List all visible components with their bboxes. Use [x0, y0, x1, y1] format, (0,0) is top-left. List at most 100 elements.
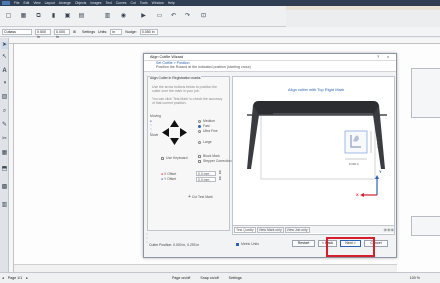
stepper-correction[interactable]: Stepper Correction: [198, 159, 231, 163]
menu-images[interactable]: Images: [90, 1, 101, 5]
save-icon[interactable]: ▮: [50, 13, 57, 20]
close-icon[interactable]: ×: [387, 54, 389, 61]
menu-cut[interactable]: Cut: [130, 1, 135, 5]
settings-button[interactable]: Settings: [82, 30, 95, 34]
arrow-right-icon[interactable]: [180, 128, 187, 137]
page-next-icon[interactable]: ▸: [26, 276, 28, 280]
nudge-field[interactable]: 0.050 in: [139, 28, 158, 35]
help-icon[interactable]: ?: [377, 54, 379, 61]
bitmap-tool-icon[interactable]: ▥: [1, 202, 8, 209]
eye-icon[interactable]: ◉: [120, 13, 127, 20]
arrow-left-icon[interactable]: [162, 128, 169, 137]
open-icon[interactable]: ▣: [64, 13, 71, 20]
tab-view-job-only[interactable]: View Job only: [284, 226, 310, 233]
lock-ratio-icon[interactable]: ⊞: [73, 30, 79, 34]
plus-icon: +: [188, 194, 191, 200]
speed-ultrafine[interactable]: Ultra Fine: [198, 129, 218, 133]
speed-medium[interactable]: Medium: [198, 119, 215, 123]
tab-view-mark-only[interactable]: View Mark only: [256, 226, 284, 233]
pen-tool-icon[interactable]: ✎: [1, 122, 8, 129]
menu-objects[interactable]: Objects: [75, 1, 87, 5]
weed-tool-icon[interactable]: ▦: [1, 150, 8, 157]
grid-icon[interactable]: ▦: [20, 13, 27, 20]
tab-test-quality[interactable]: Test Quality: [234, 226, 256, 233]
fill-bucket-icon[interactable]: ⬒: [1, 166, 8, 173]
block-mark-checkbox[interactable]: [198, 154, 201, 158]
print-icon[interactable]: ▤: [78, 13, 85, 20]
preview-nav-icons[interactable]: ◉◉◉: [384, 227, 394, 232]
units-label: Units:: [98, 29, 108, 34]
height-field[interactable]: 0.000 in: [54, 28, 70, 39]
y-offset-field[interactable]: 0.0 mm: [196, 177, 216, 182]
send-to-cutter-icon[interactable]: ▶: [140, 13, 147, 20]
y-offset-spin-icon[interactable]: ⇕: [218, 176, 222, 182]
menu-edit[interactable]: Edit: [23, 1, 29, 5]
menu-text[interactable]: Text: [106, 1, 112, 5]
redo-icon[interactable]: ↷: [184, 13, 191, 20]
units-select[interactable]: in: [110, 28, 123, 35]
menu-layout[interactable]: Layout: [45, 1, 55, 5]
y-offset-label: ● Y Offset: [161, 177, 177, 181]
hint-snap: Snap on/off: [200, 276, 219, 280]
zoom-level[interactable]: 100 %: [410, 276, 420, 280]
node-tool-icon[interactable]: ↖: [1, 54, 8, 61]
knife-tool-icon[interactable]: ✂: [1, 136, 8, 143]
menu-window[interactable]: Window: [152, 1, 164, 5]
undo-icon[interactable]: ↶: [170, 13, 177, 20]
plotter-illustration: [247, 101, 387, 197]
contour-tool-icon[interactable]: ▩: [1, 184, 8, 191]
menu-help[interactable]: Help: [168, 1, 175, 5]
main-toolbar: ▢ ▦ ⧉ ▮ ▣ ▤ ▥ ◉ ▶ ▭ ↶ ↷ ⊡: [0, 6, 286, 27]
fill-tool-icon[interactable]: ▨: [1, 94, 8, 101]
copy-icon[interactable]: ⧉: [35, 13, 42, 20]
right-panel-bottom: [411, 216, 440, 236]
speed-ultrafine-radio[interactable]: [198, 129, 201, 133]
cut-test-mark[interactable]: + Cut Test Mark: [188, 194, 213, 200]
lock-icon[interactable]: ⊡: [200, 13, 207, 20]
zoom-tool-icon[interactable]: ⌕: [1, 108, 8, 115]
menu-tools[interactable]: Tools: [140, 1, 148, 5]
stepper-checkbox[interactable]: [198, 159, 201, 163]
preview-caption: Align cutter with Top Right Mark: [288, 87, 345, 92]
speed-fast[interactable]: Fast: [198, 124, 210, 128]
arrow-up-icon[interactable]: [170, 120, 179, 127]
speed-medium-radio[interactable]: [198, 119, 201, 123]
menu-view[interactable]: View: [33, 1, 40, 5]
menu-file[interactable]: File: [14, 1, 19, 5]
metric-checkbox[interactable]: [236, 242, 239, 246]
menu-curves[interactable]: Curves: [116, 1, 127, 5]
annotation-highlight-box: [326, 237, 375, 257]
property-bar: Cutlass 0.500 in 0.000 in ⊞ Settings Uni…: [0, 27, 440, 39]
text-tool-icon[interactable]: A: [1, 68, 8, 75]
menu-arrange[interactable]: Arrange: [59, 1, 71, 5]
font-select[interactable]: Cutlass: [2, 28, 32, 35]
pointer-tool-icon[interactable]: ➤: [1, 42, 8, 49]
page-prev-icon[interactable]: ◂: [2, 276, 4, 280]
speed-fast-radio[interactable]: [198, 124, 201, 128]
section-title: Align Cutter in Registration marks: [150, 76, 201, 80]
step-large-radio[interactable]: [198, 140, 201, 144]
x-offset-label: ● X Offset: [161, 172, 177, 176]
tool-palette: ➤ ↖ A ◑ ▨ ⌕ ✎ ✂ ▦ ⬒ ▩ ▥: [0, 38, 9, 274]
intro-text-2: You can click 'Test Mark' to check the a…: [152, 97, 223, 105]
direction-pad: [162, 120, 187, 145]
step-subtitle: Position the Roland at the indicated pos…: [156, 65, 251, 69]
shape-tool-icon[interactable]: ◑: [1, 80, 8, 87]
preview-tabs: Test Quality View Mark only View Job onl…: [233, 225, 394, 233]
x-offset-field[interactable]: 0.0 mm: [196, 171, 216, 176]
use-keyboard-checkbox[interactable]: [161, 156, 164, 160]
table-icon[interactable]: ▥: [104, 13, 111, 20]
new-file-icon[interactable]: ▢: [5, 13, 12, 20]
metric-units[interactable]: Metric Units: [236, 242, 259, 246]
plotter-body: [253, 101, 379, 115]
restart-button[interactable]: Restart: [292, 240, 315, 247]
step-large[interactable]: Large: [198, 140, 212, 144]
width-field[interactable]: 0.500 in: [35, 28, 51, 39]
use-keyboard[interactable]: Use Keyboard: [161, 156, 188, 160]
block-mark[interactable]: Block Mark: [198, 154, 220, 158]
vertical-dimension: 0.000 in: [375, 138, 380, 148]
controls-panel: Align Cutter in Registration marks Use t…: [147, 76, 231, 231]
plotter-icon[interactable]: ▭: [156, 13, 163, 20]
arrow-down-icon[interactable]: [170, 138, 179, 145]
registration-mark-box: [344, 130, 368, 154]
